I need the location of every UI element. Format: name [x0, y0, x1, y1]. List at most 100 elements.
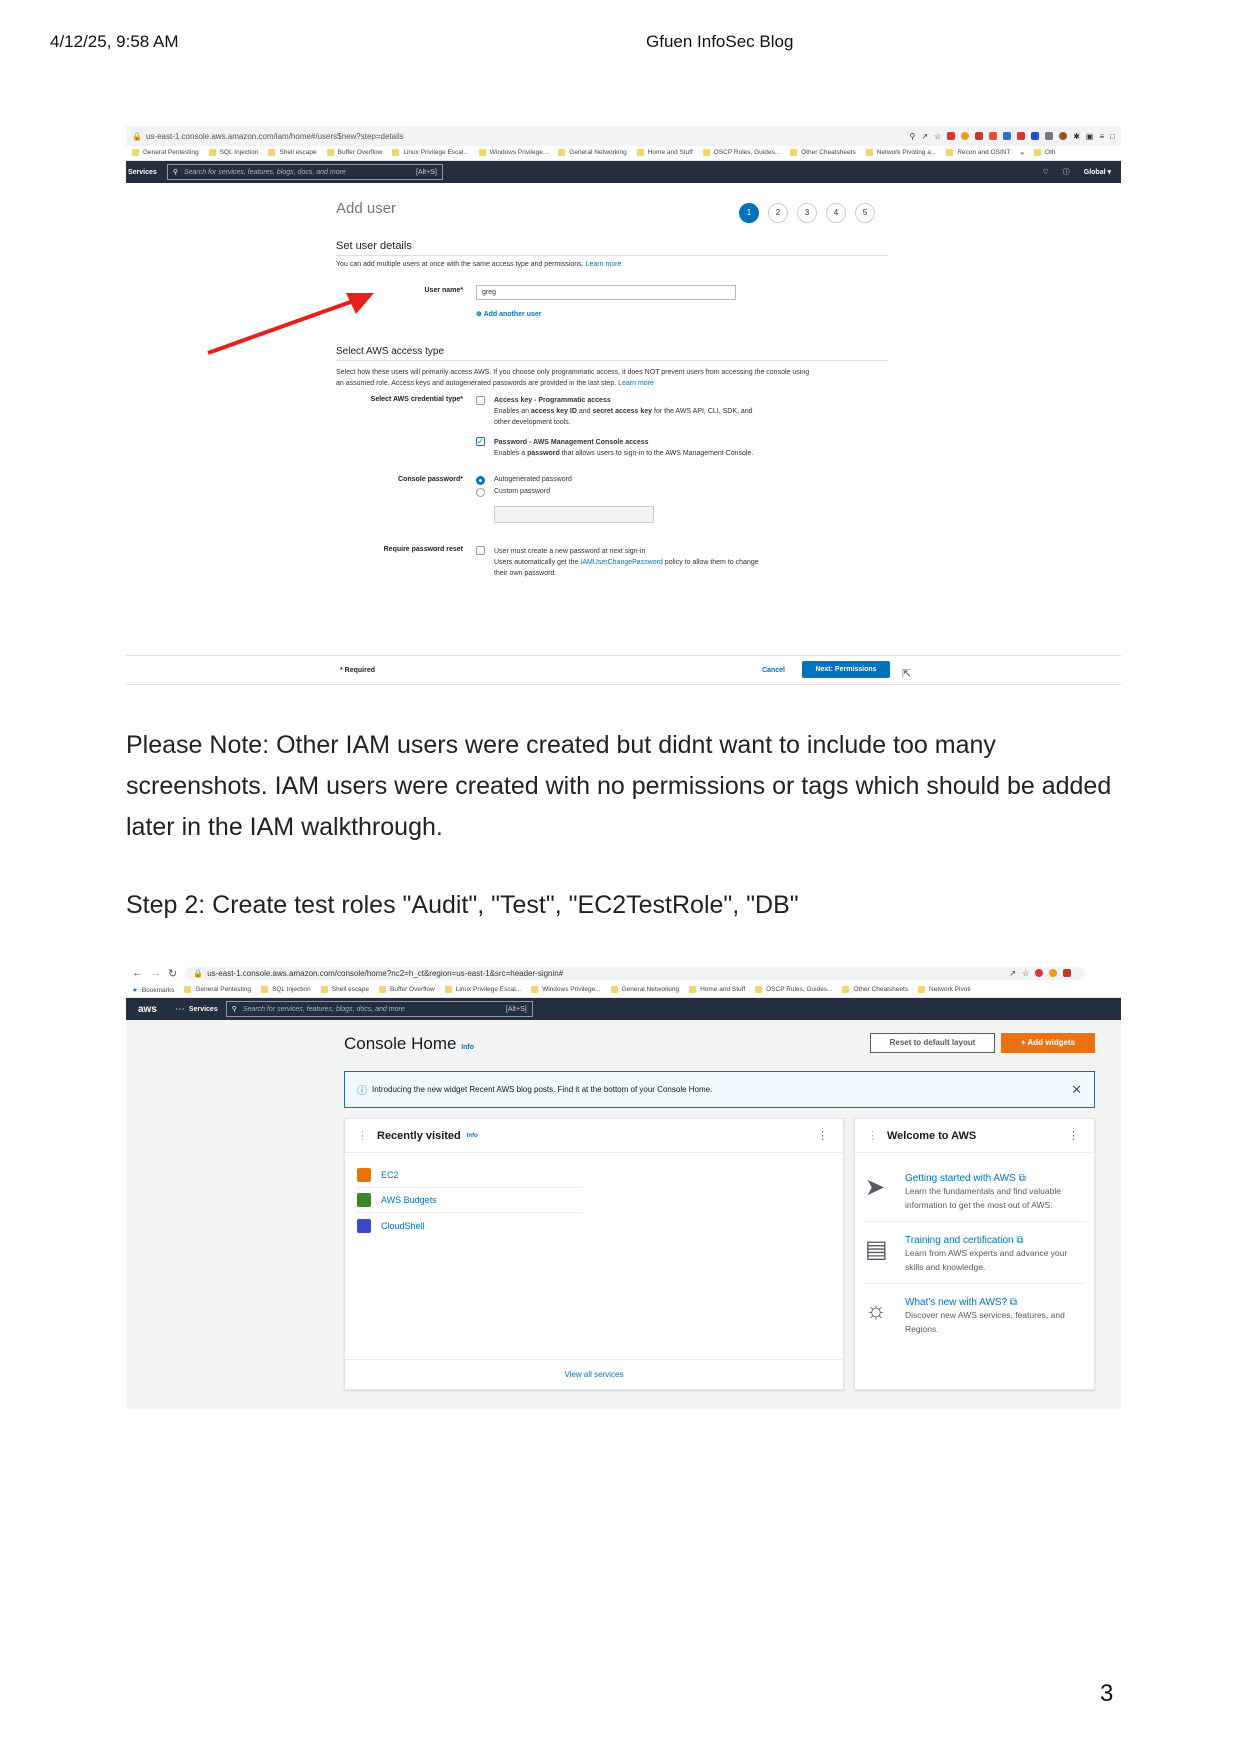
custom-password-radio[interactable]: [476, 488, 485, 497]
help-icon[interactable]: ⓘ: [1063, 167, 1070, 177]
bookmark[interactable]: Buffer Overflow: [379, 986, 435, 994]
whats-new-link[interactable]: What's new with AWS? ⧉: [905, 1297, 1065, 1308]
window-icon[interactable]: □: [1110, 132, 1115, 141]
learn-more-link[interactable]: Learn more: [586, 261, 622, 268]
extension-icon[interactable]: [1059, 132, 1068, 140]
star-icon[interactable]: ☆: [1022, 969, 1029, 978]
bookmark[interactable]: General Networking: [558, 149, 627, 157]
extension-icon[interactable]: [1035, 969, 1044, 977]
extension-icon[interactable]: [989, 132, 998, 140]
bookmark[interactable]: Windows Privilege...: [531, 986, 601, 994]
region-selector[interactable]: Global ▾: [1084, 168, 1111, 176]
bookmark[interactable]: Windows Privilege...: [478, 149, 548, 157]
back-icon[interactable]: ←: [132, 967, 143, 979]
more-options-icon[interactable]: ⋮: [817, 1129, 828, 1142]
bookmarks-overflow[interactable]: »: [1020, 150, 1024, 157]
custom-password-input[interactable]: [494, 506, 654, 523]
cast-icon[interactable]: ▣: [1086, 132, 1094, 141]
require-reset-checkbox[interactable]: [476, 546, 485, 555]
extension-icon[interactable]: [1003, 132, 1012, 140]
list-item[interactable]: EC2: [357, 1163, 582, 1188]
extension-icon[interactable]: [1017, 132, 1026, 140]
drag-handle-icon[interactable]: ⋮: [357, 1129, 368, 1142]
folder-icon: [326, 149, 334, 157]
bookmark[interactable]: Linux Privilege Escal...: [444, 986, 521, 994]
recent-list: EC2 AWS Budgets CloudShell: [357, 1163, 582, 1238]
wizard-step[interactable]: 3: [797, 203, 817, 223]
folder-icon: [531, 986, 539, 994]
puzzle-icon[interactable]: ✱: [1073, 132, 1080, 141]
bookmark[interactable]: Shell escape: [268, 149, 317, 157]
aws-top-nav: aws ⋯ Services ⚲ Search for services, fe…: [126, 998, 1121, 1020]
bookmark[interactable]: SQL Injection: [208, 149, 258, 157]
services-menu[interactable]: ⋯ Services: [175, 1004, 218, 1015]
reload-icon[interactable]: ↻: [168, 967, 177, 980]
extension-icon[interactable]: [1063, 969, 1072, 977]
reading-list-icon[interactable]: ≡: [1099, 132, 1104, 141]
reset-layout-button[interactable]: Reset to default layout: [870, 1033, 995, 1053]
share-icon[interactable]: ↗: [1009, 969, 1016, 978]
search-icon: ⚲: [231, 1006, 237, 1013]
bookmark[interactable]: Home and Stuff: [689, 986, 745, 994]
bookmark[interactable]: Network Pivoti: [918, 986, 971, 994]
folder-icon: [636, 149, 644, 157]
search-input[interactable]: ⚲ Search for services, features, blogs, …: [166, 164, 443, 180]
address-bar[interactable]: 🔒 us-east-1.console.aws.amazon.com/iam/h…: [126, 126, 1121, 146]
bookmark[interactable]: Other Cheatsheets: [790, 149, 856, 157]
extension-icon[interactable]: [1045, 132, 1054, 140]
star-icon[interactable]: ☆: [934, 132, 941, 141]
forward-icon[interactable]: →: [150, 967, 161, 979]
bookmark[interactable]: OSCP Rules, Guides...: [755, 986, 832, 994]
bookmark[interactable]: Home and Stuff: [636, 149, 693, 157]
address-bar[interactable]: ← → ↻ 🔒 us-east-1.console.aws.amazon.com…: [126, 963, 1121, 983]
policy-link[interactable]: IAMUserChangePassword: [580, 559, 662, 566]
list-item[interactable]: AWS Budgets: [357, 1188, 582, 1213]
wizard-step[interactable]: 5: [855, 203, 875, 223]
divider: [126, 655, 1121, 656]
console-password-label: Console password*: [398, 476, 463, 483]
add-widgets-button[interactable]: + Add widgets: [1001, 1033, 1095, 1053]
wizard-step[interactable]: 4: [826, 203, 846, 223]
bookmark[interactable]: Recon and OSINT: [946, 149, 1010, 157]
info-link[interactable]: Info: [461, 1044, 474, 1051]
cancel-button[interactable]: Cancel: [762, 667, 785, 674]
bookmark[interactable]: Buffer Overflow: [326, 149, 382, 157]
extension-icon[interactable]: [1049, 969, 1058, 977]
extension-icon[interactable]: [975, 132, 984, 140]
training-link[interactable]: Training and certification ⧉: [905, 1235, 1067, 1246]
user-name-input[interactable]: greg: [476, 285, 736, 300]
bookmark[interactable]: General Pentesting: [132, 149, 199, 157]
getting-started-link[interactable]: Getting started with AWS ⧉: [905, 1173, 1061, 1184]
bookmark[interactable]: ★ Bookmarks: [132, 986, 174, 994]
console-access-checkbox[interactable]: ✓: [476, 437, 485, 446]
info-link[interactable]: Info: [467, 1133, 478, 1139]
view-all-services-link[interactable]: View all services: [345, 1359, 843, 1389]
extension-icon[interactable]: [947, 132, 956, 140]
learn-more-link[interactable]: Learn more: [618, 380, 654, 387]
add-another-user-button[interactable]: ⊕ Add another user: [476, 310, 542, 318]
bookmark[interactable]: Linux Privilege Escal...: [392, 149, 469, 157]
bookmark[interactable]: General Networking: [610, 986, 679, 994]
access-key-checkbox[interactable]: [476, 396, 485, 405]
aws-logo[interactable]: aws: [138, 1004, 157, 1015]
bookmark-other[interactable]: Oth: [1034, 149, 1056, 157]
bookmark[interactable]: Shell escape: [320, 986, 369, 994]
close-icon[interactable]: ✕: [1071, 1082, 1082, 1098]
bookmark[interactable]: Network Pivoting a...: [865, 149, 936, 157]
list-item[interactable]: CloudShell: [357, 1213, 582, 1238]
search-input[interactable]: ⚲ Search for services, features, blogs, …: [225, 1001, 533, 1017]
services-menu[interactable]: Services: [128, 169, 157, 176]
wizard-step[interactable]: 2: [768, 203, 788, 223]
more-options-icon[interactable]: ⋮: [1068, 1129, 1079, 1142]
next-permissions-button[interactable]: Next: Permissions: [802, 661, 890, 678]
drag-handle-icon[interactable]: ⋮: [867, 1129, 878, 1142]
autogenerated-radio[interactable]: [476, 476, 485, 485]
bookmark[interactable]: General Pentesting: [184, 986, 251, 994]
bookmark[interactable]: Other Cheatsheets: [842, 986, 908, 994]
bookmark[interactable]: OSCP Rules, Guides...: [702, 149, 780, 157]
bell-icon[interactable]: ♡: [1042, 168, 1048, 176]
extension-icon[interactable]: [961, 132, 970, 140]
wizard-step[interactable]: 1: [739, 203, 759, 223]
extension-icon[interactable]: [1031, 132, 1040, 140]
bookmark[interactable]: SQL Injection: [261, 986, 311, 994]
